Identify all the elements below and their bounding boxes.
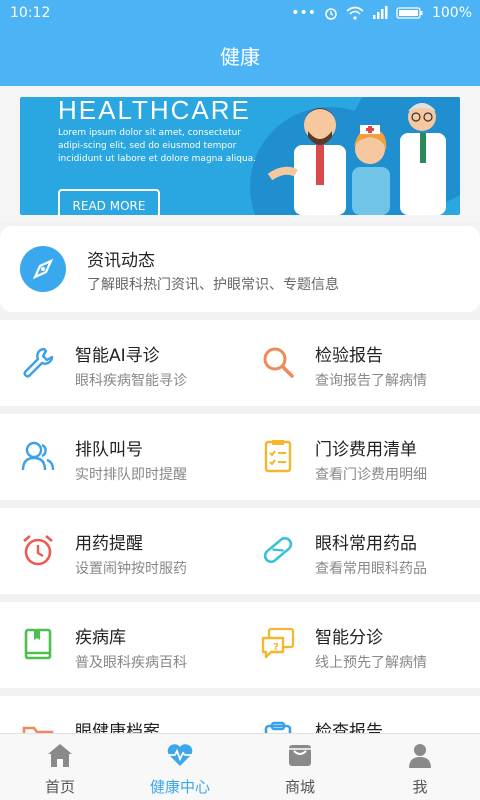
wrench-icon	[23, 347, 54, 378]
news-subtitle: 了解眼科热门资讯、护眼常识、专题信息	[87, 277, 339, 293]
alarm-icon	[325, 8, 337, 20]
doctors-illustration	[267, 103, 446, 215]
battery-percent: 100%	[431, 5, 472, 21]
battery-icon	[396, 7, 423, 19]
status-time: 10:12	[10, 5, 51, 21]
heartbeat-icon	[167, 744, 193, 766]
more-dots-icon: •••	[291, 5, 316, 21]
read-more-button[interactable]: READ MORE	[58, 189, 160, 215]
bottom-tab-bar: 首页 健康中心 商城 我	[0, 733, 480, 800]
checklist-icon	[264, 440, 292, 473]
tab-shop[interactable]: 商城	[240, 734, 360, 800]
service-title: 智能AI寻诊	[75, 346, 160, 366]
service-fee-list[interactable]: 门诊费用清单 查看门诊费用明细	[240, 414, 480, 500]
search-icon	[263, 347, 294, 378]
status-bar: 10:12 ••• 100%	[0, 0, 480, 28]
healthcare-banner[interactable]: HEALTHCARE Lorem ipsum dolor sit amet, c…	[20, 97, 460, 215]
alarm-clock-icon	[23, 535, 53, 566]
service-subtitle: 查询报告了解病情	[315, 373, 427, 389]
tab-label: 我	[412, 778, 428, 796]
service-subtitle: 线上预先了解病情	[315, 655, 427, 671]
service-title: 智能分诊	[315, 628, 383, 648]
service-lab-report[interactable]: 检验报告 查询报告了解病情	[240, 320, 480, 406]
service-med-reminder[interactable]: 用药提醒 设置闹钟按时服药	[0, 508, 240, 594]
service-subtitle: 普及眼科疾病百科	[75, 655, 187, 671]
service-title: 用药提醒	[75, 534, 143, 554]
chat-question-icon: ?	[261, 627, 295, 659]
service-subtitle: 查看常用眼科药品	[315, 561, 427, 577]
banner-heading: HEALTHCARE	[58, 97, 251, 125]
service-subtitle: 设置闹钟按时服药	[75, 561, 187, 577]
service-ai-diagnosis[interactable]: 智能AI寻诊 眼科疾病智能寻诊	[0, 320, 240, 406]
tab-label: 商城	[284, 778, 315, 796]
service-queue[interactable]: 排队叫号 实时排队即时提醒	[0, 414, 240, 500]
service-subtitle: 查看门诊费用明细	[315, 467, 427, 483]
page-title: 健康	[0, 28, 480, 86]
banner-description: Lorem ipsum dolor sit amet, consectetur …	[58, 128, 257, 164]
service-title: 门诊费用清单	[315, 440, 417, 460]
wifi-icon	[346, 6, 364, 20]
pill-icon	[263, 536, 293, 564]
home-icon	[48, 744, 72, 767]
service-title: 检验报告	[315, 346, 383, 366]
compass-icon	[20, 246, 66, 292]
service-disease-library[interactable]: 疾病库 普及眼科疾病百科	[0, 602, 240, 688]
service-smart-triage[interactable]: ? 智能分诊 线上预先了解病情	[240, 602, 480, 688]
service-subtitle: 实时排队即时提醒	[75, 467, 187, 483]
tab-label: 健康中心	[149, 778, 210, 796]
tab-label: 首页	[44, 778, 75, 796]
service-title: 疾病库	[75, 628, 126, 648]
service-row: 疾病库 普及眼科疾病百科 ? 智能分诊 线上预先了解病情	[0, 602, 480, 688]
service-common-drugs[interactable]: 眼科常用药品 查看常用眼科药品	[240, 508, 480, 594]
tab-health-center[interactable]: 健康中心	[120, 734, 240, 800]
service-row: 智能AI寻诊 眼科疾病智能寻诊 检验报告 查询报告了解病情	[0, 320, 480, 406]
service-row: 用药提醒 设置闹钟按时服药 眼科常用药品 查看常用眼科药品	[0, 508, 480, 594]
news-title: 资讯动态	[87, 251, 155, 271]
users-icon	[21, 441, 55, 471]
service-title: 排队叫号	[75, 440, 143, 460]
signal-icon	[372, 6, 388, 19]
tab-home[interactable]: 首页	[0, 734, 120, 800]
book-icon	[24, 628, 52, 660]
service-subtitle: 眼科疾病智能寻诊	[75, 373, 187, 389]
service-row: 排队叫号 实时排队即时提醒 门诊费用清单 查看门诊费用明细	[0, 414, 480, 500]
person-icon	[409, 744, 431, 768]
tab-me[interactable]: 我	[360, 734, 480, 800]
news-entry[interactable]: 资讯动态 了解眼科热门资讯、护眼常识、专题信息	[0, 226, 480, 312]
service-title: 眼科常用药品	[315, 534, 417, 554]
shop-icon	[289, 745, 311, 766]
svg-text:?: ?	[273, 642, 279, 653]
